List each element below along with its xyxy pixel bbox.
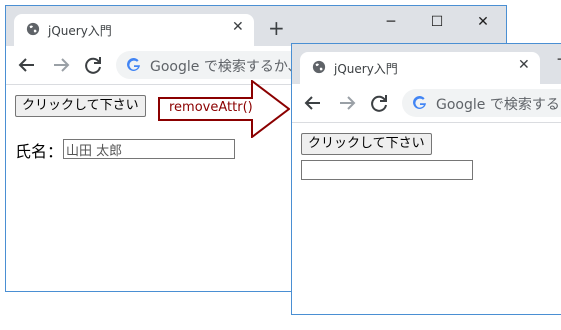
reload-icon[interactable] xyxy=(82,54,104,76)
globe-icon xyxy=(26,22,40,36)
omnibox[interactable]: Google で検索するか、 xyxy=(402,89,561,117)
reload-icon[interactable] xyxy=(368,92,390,114)
browser-window-after: jQuery入門 ✕ ─ Google で検索するか、 クリックして下さい xyxy=(291,43,561,315)
google-g-icon xyxy=(413,95,426,109)
name-field[interactable] xyxy=(63,139,235,159)
minimize-icon[interactable]: ─ xyxy=(552,50,561,70)
minimize-icon[interactable]: ─ xyxy=(381,12,401,32)
close-window-icon[interactable]: ✕ xyxy=(473,12,493,32)
arrow-left-icon[interactable] xyxy=(302,92,324,114)
tab-active[interactable]: jQuery入門 ✕ xyxy=(300,52,540,84)
click-button[interactable]: クリックして下さい xyxy=(15,95,146,117)
plus-icon[interactable]: + xyxy=(268,18,285,38)
close-icon[interactable]: ✕ xyxy=(518,57,530,73)
toolbar: Google で検索するか、 xyxy=(292,84,561,123)
close-icon[interactable]: ✕ xyxy=(232,19,244,35)
click-button[interactable]: クリックして下さい xyxy=(301,133,432,155)
tab-title: jQuery入門 xyxy=(48,24,112,38)
arrow-right-icon[interactable] xyxy=(50,54,72,76)
name-field[interactable] xyxy=(301,160,473,180)
arrow-right-icon[interactable] xyxy=(336,92,358,114)
name-label: 氏名： xyxy=(15,142,64,161)
page-content: クリックして下さい xyxy=(292,123,561,314)
tab-active[interactable]: jQuery入門 ✕ xyxy=(14,14,254,46)
omnibox-text: Google で検索するか、 xyxy=(436,97,561,113)
tab-title: jQuery入門 xyxy=(334,62,398,76)
arrow-label: removeAttr() xyxy=(169,100,253,115)
tab-strip: jQuery入門 ✕ + ─ ☐ ✕ xyxy=(6,6,506,46)
maximize-icon[interactable]: ☐ xyxy=(427,12,447,32)
arrow-left-icon[interactable] xyxy=(16,54,38,76)
tab-strip: jQuery入門 ✕ ─ xyxy=(292,44,561,84)
google-g-icon xyxy=(127,57,140,71)
globe-icon xyxy=(312,60,326,74)
